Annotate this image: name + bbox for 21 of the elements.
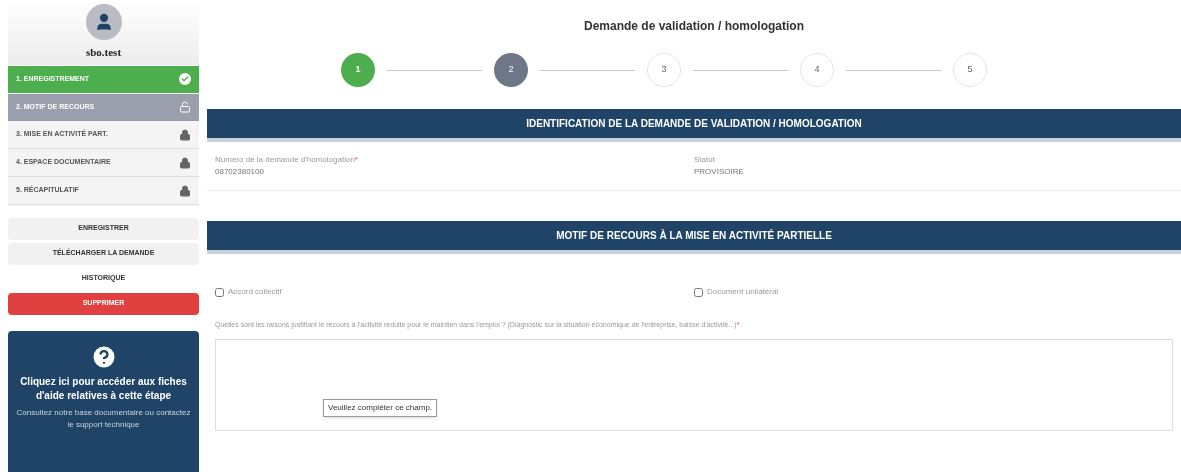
user-name: sbo.test (85, 45, 122, 60)
field-label: Numéro de la demande d'homologation (215, 154, 355, 166)
unlock-icon (179, 101, 191, 113)
checkbox-label: Accord collectif (228, 286, 282, 298)
field-label: Statut (694, 154, 715, 166)
lock-icon (179, 128, 191, 141)
help-panel[interactable]: Cliquez ici pour accéder aux fiches d'aide relatives à cette étape Consultez notre base documentaire ou contactez le support technique (8, 330, 199, 472)
help-note: Consultez notre base documentaire ou contactez le support technique (16, 406, 191, 431)
checkbox-label: Document unilatéral (707, 286, 779, 298)
checkbox[interactable] (694, 287, 703, 297)
help-text: Cliquez ici pour accéder aux fiches d'aide relatives à cette étape (19, 374, 188, 403)
lock-icon (179, 156, 191, 169)
lock-icon (179, 184, 191, 197)
section-header: MOTIF DE RECOURS À LA MISE EN ACTIVITÉ PARTIELLE (207, 221, 1181, 254)
validation-tooltip: Veuillez compléter ce champ. (323, 398, 438, 417)
field-value: 08702380100 (215, 166, 265, 178)
check-icon (179, 73, 191, 85)
checkbox[interactable] (215, 287, 224, 297)
page-title: Demande de validation / homologation (583, 18, 805, 35)
field-value: PROVISOIRE (694, 166, 745, 178)
section-header: IDENTIFICATION DE LA DEMANDE DE VALIDATION / HOMOLOGATION (207, 109, 1181, 142)
